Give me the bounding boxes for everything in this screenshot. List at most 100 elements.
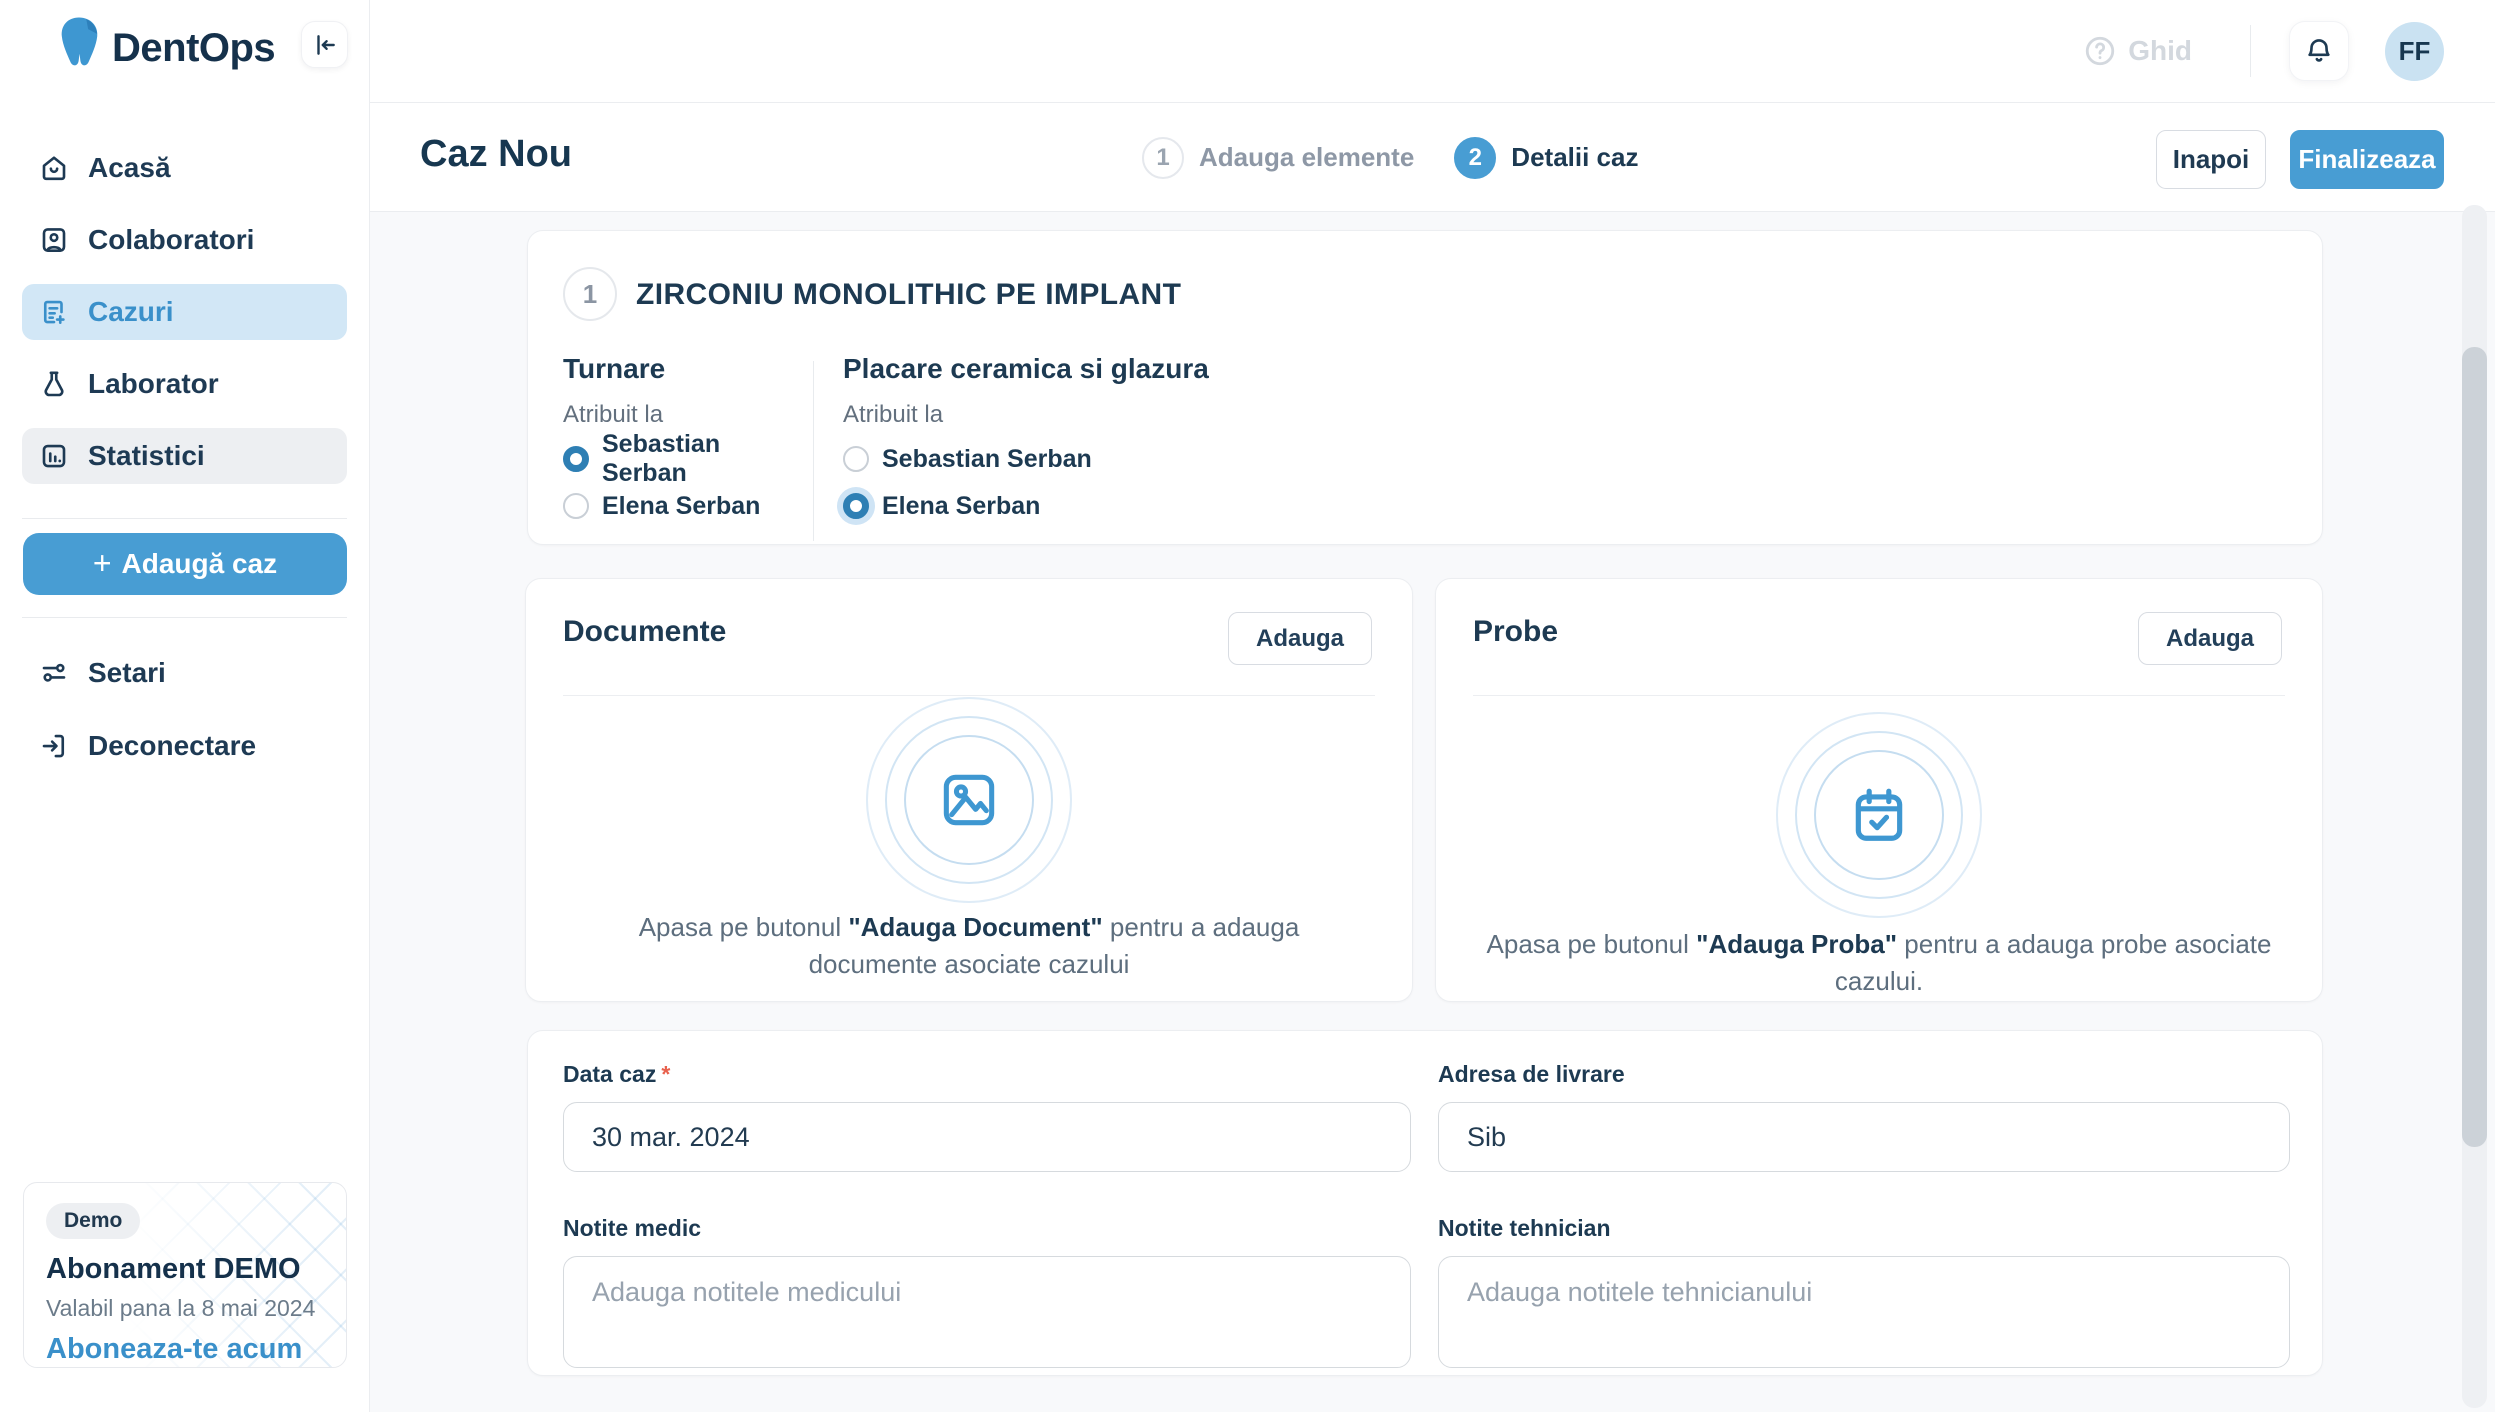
subscribe-now-link[interactable]: Aboneaza-te acum — [46, 1333, 324, 1366]
radio-option-elena[interactable]: Elena Serban — [843, 489, 1209, 523]
radio-unselected-icon — [843, 446, 869, 472]
step-label: Detalii caz — [1511, 142, 1638, 173]
card-divider — [1473, 695, 2285, 696]
doctor-notes-textarea[interactable] — [563, 1256, 1411, 1368]
radio-option-sebastian[interactable]: Sebastian Serban — [563, 442, 803, 476]
sliders-icon — [38, 657, 70, 689]
sidebar-item-cazuri[interactable]: Cazuri — [22, 284, 347, 340]
case-date-input[interactable] — [563, 1102, 1411, 1172]
documents-title: Documente — [563, 615, 726, 649]
item-index-badge: 1 — [563, 267, 617, 321]
empty-state-rings — [866, 697, 1072, 903]
radio-option-sebastian[interactable]: Sebastian Serban — [843, 442, 1209, 476]
sidebar-item-setari[interactable]: Setari — [22, 645, 347, 701]
radio-label: Elena Serban — [882, 492, 1040, 521]
empty-state-rings — [1776, 712, 1982, 918]
step-number: 1 — [1142, 137, 1184, 179]
radio-selected-icon — [563, 446, 589, 472]
field-label: Notite medic — [563, 1215, 1411, 1242]
case-plus-icon — [38, 296, 70, 328]
subscription-card: Demo Abonament DEMO Valabil pana la 8 ma… — [23, 1182, 347, 1368]
app-root: DentOps Acasă — [0, 0, 2495, 1412]
sidebar-item-deconectare[interactable]: Deconectare — [22, 718, 347, 774]
radio-label: Sebastian Serban — [602, 430, 803, 488]
radio-unselected-icon — [563, 493, 589, 519]
task-name: Turnare — [563, 353, 803, 385]
page-title: Caz Nou — [420, 133, 572, 176]
sidebar-item-statistici[interactable]: Statistici — [22, 428, 347, 484]
sidebar: DentOps Acasă — [0, 0, 370, 1412]
sidebar-item-laborator[interactable]: Laborator — [22, 356, 347, 412]
step-number: 2 — [1454, 137, 1496, 179]
image-icon — [937, 768, 1001, 832]
stepper: 1 Adauga elemente 2 Detalii caz — [1142, 103, 1638, 212]
step-label: Adauga elemente — [1199, 142, 1414, 173]
finalize-button[interactable]: Finalizeaza — [2290, 130, 2444, 189]
technician-notes-textarea[interactable] — [1438, 1256, 2290, 1368]
sidebar-item-label: Deconectare — [88, 730, 256, 762]
main-content: 1 ZIRCONIU MONOLITHIC PE IMPLANT Turnare… — [370, 212, 2495, 1412]
add-case-button[interactable]: + Adaugă caz — [23, 533, 347, 595]
sidebar-item-label: Statistici — [88, 440, 205, 472]
guide-label: Ghid — [2128, 35, 2192, 67]
add-probe-button[interactable]: Adauga — [2138, 612, 2282, 665]
probes-card: Probe Adauga — [1435, 578, 2323, 1002]
user-avatar[interactable]: FF — [2385, 22, 2444, 81]
assign-label: Atribuit la — [843, 401, 1209, 429]
step-case-details[interactable]: 2 Detalii caz — [1454, 137, 1638, 179]
case-item-card: 1 ZIRCONIU MONOLITHIC PE IMPLANT Turnare… — [527, 230, 2323, 545]
subscription-title: Abonament DEMO — [46, 1253, 324, 1286]
add-case-label: Adaugă caz — [122, 548, 278, 580]
scrollbar-thumb[interactable] — [2462, 347, 2487, 1147]
field-label: Notite tehnician — [1438, 1215, 2290, 1242]
top-header: Ghid FF — [370, 0, 2495, 103]
notifications-button[interactable] — [2289, 21, 2349, 81]
column-divider — [813, 361, 814, 541]
sidebar-item-label: Laborator — [88, 368, 219, 400]
sidebar-item-label: Colaboratori — [88, 224, 254, 256]
step-add-elements[interactable]: 1 Adauga elemente — [1142, 137, 1414, 179]
field-notite-medic: Notite medic — [563, 1215, 1411, 1373]
sidebar-item-label: Setari — [88, 657, 166, 689]
sidebar-item-label: Acasă — [88, 152, 171, 184]
sidebar-divider — [22, 617, 347, 618]
documents-empty-text: Apasa pe butonul "Adauga Document" pentr… — [586, 909, 1352, 983]
plus-icon: + — [93, 547, 112, 579]
collapse-sidebar-icon — [312, 32, 338, 58]
assign-label: Atribuit la — [563, 401, 803, 429]
demo-badge: Demo — [46, 1203, 140, 1239]
documents-card: Documente Adauga — [525, 578, 1413, 1002]
field-notite-tehnician: Notite tehnician — [1438, 1215, 2290, 1373]
task-name: Placare ceramica si glazura — [843, 353, 1209, 385]
probes-empty-text: Apasa pe butonul "Adauga Proba" pentru a… — [1456, 926, 2302, 1000]
radio-selected-icon — [843, 493, 869, 519]
sidebar-nav: Acasă Colaboratori — [22, 140, 347, 484]
probes-title: Probe — [1473, 615, 1558, 649]
required-asterisk: * — [661, 1061, 670, 1087]
page-topbar: Caz Nou 1 Adauga elemente 2 Detalii caz … — [370, 103, 2495, 212]
radio-option-elena[interactable]: Elena Serban — [563, 489, 803, 523]
sidebar-item-acasa[interactable]: Acasă — [22, 140, 347, 196]
users-icon — [38, 224, 70, 256]
sidebar-footer-nav: Setari Deconectare — [22, 645, 347, 774]
bell-icon — [2304, 36, 2334, 66]
sidebar-collapse-button[interactable] — [301, 21, 348, 68]
back-button[interactable]: Inapoi — [2156, 130, 2266, 189]
field-label: Adresa de livrare — [1438, 1061, 2290, 1088]
flask-icon — [38, 368, 70, 400]
task-placare: Placare ceramica si glazura Atribuit la … — [843, 353, 1209, 523]
guide-button[interactable]: Ghid — [2083, 34, 2192, 68]
add-document-button[interactable]: Adauga — [1228, 612, 1372, 665]
radio-label: Elena Serban — [602, 492, 760, 521]
header-divider — [2250, 25, 2251, 77]
field-label: Data caz* — [563, 1061, 1411, 1088]
field-data-caz: Data caz* — [563, 1061, 1411, 1172]
brand-name: DentOps — [112, 26, 275, 71]
radio-label: Sebastian Serban — [882, 445, 1092, 474]
delivery-address-input[interactable] — [1438, 1102, 2290, 1172]
logout-icon — [38, 730, 70, 762]
subscription-validity: Valabil pana la 8 mai 2024 — [46, 1295, 324, 1322]
sidebar-item-colaboratori[interactable]: Colaboratori — [22, 212, 347, 268]
card-divider — [563, 695, 1375, 696]
avatar-initials: FF — [2399, 36, 2431, 67]
